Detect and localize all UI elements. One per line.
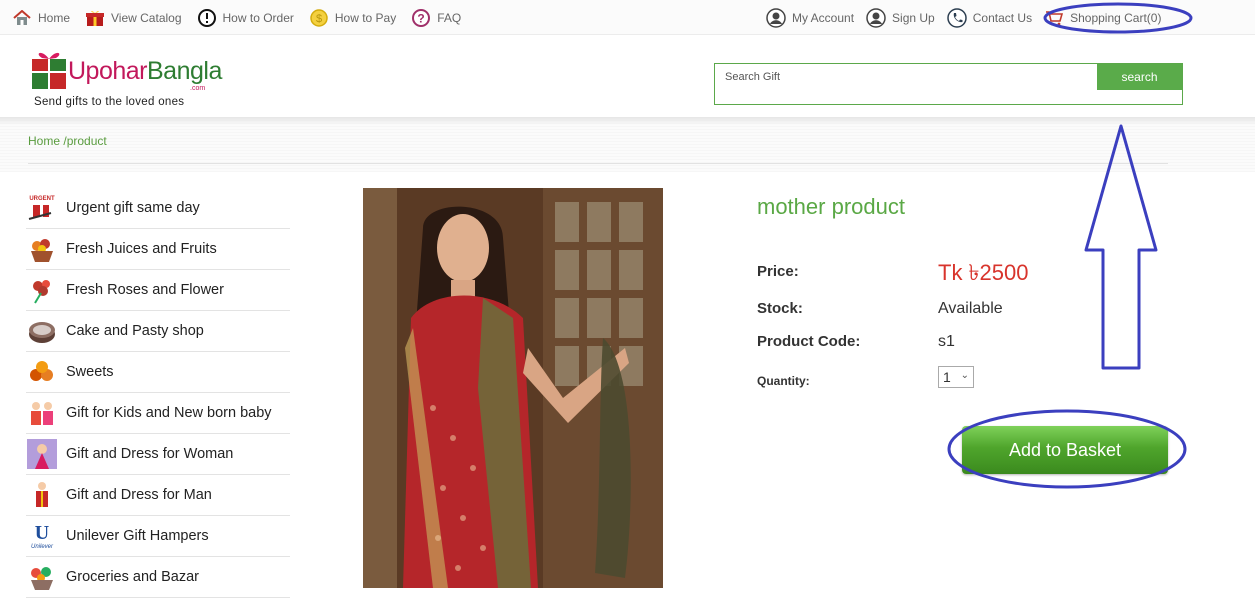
category-cake-pastry[interactable]: Cake and Pasty shop [26,311,290,352]
product-code-label: Product Code: [757,333,861,350]
nav-how-to-order[interactable]: How to Order [197,8,294,28]
category-dress-man[interactable]: Gift and Dress for Man [26,475,290,516]
gift-box-icon [85,8,105,28]
home-icon [12,8,32,28]
breadcrumb-current: /product [63,134,107,148]
logo-gift-icon [30,49,68,96]
product-code-value: s1 [938,333,955,350]
svg-text:U: U [35,522,49,544]
category-label: Gift and Dress for Woman [66,446,234,462]
svg-text:?: ? [418,11,425,25]
product-image[interactable] [363,188,663,588]
top-nav-left: Home View Catalog How to Order $ How to … [12,0,476,35]
nav-sign-up-label: Sign Up [892,10,935,25]
sweets-icon [26,356,58,388]
nav-contact-us-label: Contact Us [972,10,1033,25]
nav-how-to-pay[interactable]: $ How to Pay [309,8,396,28]
category-label: Gift for Kids and New born baby [66,405,272,421]
coin-icon: $ [309,8,329,28]
quantity-select[interactable]: 1 ⌄ [938,366,974,388]
chevron-down-icon: ⌄ [960,370,969,381]
nav-view-catalog[interactable]: View Catalog [85,8,182,28]
category-label: Cake and Pasty shop [66,323,204,339]
quantity-label: Quantity: [757,374,810,388]
info-icon [197,8,217,28]
breadcrumb-band: Home /product [0,117,1255,172]
site-logo[interactable]: UpoharBangla .com Send gifts to the love… [30,47,222,113]
phone-icon [946,7,967,28]
groceries-icon [26,561,58,593]
quantity-value: 1 [943,369,951,385]
category-urgent-gift[interactable]: URGENT Urgent gift same day [26,188,290,229]
category-sweets[interactable]: Sweets [26,352,290,393]
category-kids-newborn[interactable]: Gift for Kids and New born baby [26,393,290,434]
site-header: UpoharBangla .com Send gifts to the love… [0,35,1255,117]
category-sidebar: URGENT Urgent gift same day Fresh Juices… [26,188,290,598]
category-label: Fresh Roses and Flower [66,282,224,298]
category-roses-flower[interactable]: Fresh Roses and Flower [26,270,290,311]
logo-domain: .com [190,85,206,92]
product-price: Tk ৳2500 [938,260,1029,285]
nav-contact-us[interactable]: Contact Us [946,7,1033,28]
category-label: Sweets [66,364,114,380]
nav-view-catalog-label: View Catalog [111,10,182,25]
question-icon: ? [411,8,431,28]
nav-sign-up[interactable]: Sign Up [866,7,935,28]
svg-text:URGENT: URGENT [29,196,55,202]
cart-icon [1044,8,1064,28]
logo-wordmark: UpoharBangla [68,57,222,85]
nav-home-label: Home [38,10,71,25]
nav-how-to-pay-label: How to Pay [334,10,397,25]
nav-shopping-cart[interactable]: Shopping Cart(0) [1044,8,1161,28]
breadcrumb: Home /product [28,134,107,148]
logo-tagline: Send gifts to the loved ones [34,96,185,108]
category-juices-fruits[interactable]: Fresh Juices and Fruits [26,229,290,270]
breadcrumb-home[interactable]: Home [28,134,60,148]
nav-home[interactable]: Home [12,8,70,28]
nav-shopping-cart-label: Shopping Cart(0) [1070,10,1162,25]
unilever-icon: U Unilever [26,520,58,552]
search-input[interactable] [725,70,1095,84]
kids-icon [26,397,58,429]
product-title: mother product [757,194,905,219]
nav-faq-label: FAQ [437,10,462,25]
category-label: Groceries and Bazar [66,569,199,585]
user-icon [866,7,886,28]
category-label: Unilever Gift Hampers [66,528,209,544]
category-label: Gift and Dress for Man [66,487,212,503]
svg-text:$: $ [316,13,322,25]
urgent-gift-icon: URGENT [26,192,58,224]
category-unilever-hampers[interactable]: U Unilever Unilever Gift Hampers [26,516,290,557]
top-nav-bar: Home View Catalog How to Order $ How to … [0,0,1255,35]
nav-my-account[interactable]: My Account [766,7,855,28]
price-label: Price: [757,263,799,280]
category-label: Urgent gift same day [66,200,200,216]
svg-text:Unilever: Unilever [31,544,54,550]
add-to-basket-button[interactable]: Add to Basket [962,426,1168,474]
divider [28,163,1168,164]
search-box: search [714,63,1183,105]
top-nav-right: My Account Sign Up Contact Us Shopping C… [766,0,1173,35]
category-dress-woman[interactable]: Gift and Dress for Woman [26,434,290,475]
search-button[interactable]: search [1097,64,1182,90]
stock-value: Available [938,300,1003,317]
nav-my-account-label: My Account [792,10,855,25]
fruit-basket-icon [26,233,58,265]
rose-icon [26,274,58,306]
woman-dress-icon [26,438,58,470]
man-dress-icon [26,479,58,511]
nav-faq[interactable]: ? FAQ [411,8,461,28]
nav-how-to-order-label: How to Order [222,10,294,25]
category-label: Fresh Juices and Fruits [66,241,217,257]
category-groceries-bazar[interactable]: Groceries and Bazar [26,557,290,598]
cake-icon [26,315,58,347]
user-icon [766,7,786,28]
stock-label: Stock: [757,300,803,317]
